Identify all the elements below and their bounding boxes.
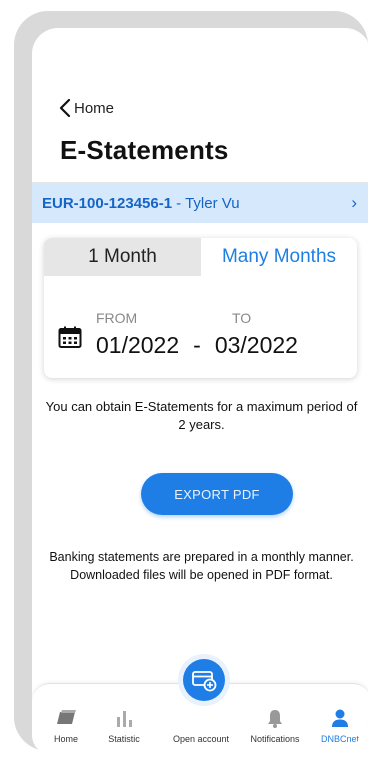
from-date[interactable]: 01/2022 bbox=[96, 332, 179, 358]
account-separator: - bbox=[176, 194, 182, 212]
pdf-format-note: Banking statements are prepared in a mon… bbox=[49, 550, 354, 582]
export-pdf-button[interactable]: EXPORT PDF bbox=[141, 473, 293, 515]
open-account-fab[interactable] bbox=[178, 654, 230, 706]
to-date[interactable]: 03/2022 bbox=[215, 332, 298, 358]
tab-notifications-label: Notifications bbox=[250, 734, 300, 744]
home-icon bbox=[57, 710, 76, 724]
back-label: Home bbox=[74, 99, 115, 117]
period-card: 1 Month Many Months FROM TO 01/2022-03/2… bbox=[44, 238, 357, 378]
range-separator: - bbox=[193, 332, 201, 358]
tab-many-months[interactable]: Many Months bbox=[201, 238, 357, 276]
tab-statistic[interactable]: Statistic bbox=[96, 684, 152, 744]
page-title: E-Statements bbox=[60, 135, 229, 165]
max-period-info: You can obtain E-Statements for a maximu… bbox=[45, 399, 358, 432]
date-range[interactable]: 01/2022-03/2022 bbox=[96, 332, 298, 359]
tab-statistic-label: Statistic bbox=[108, 734, 140, 744]
account-holder-name: Tyler Vu bbox=[185, 194, 240, 212]
tab-dnbcnet[interactable]: DNBCnet bbox=[314, 684, 366, 744]
tab-home-label: Home bbox=[53, 734, 78, 744]
fab-inner bbox=[183, 659, 225, 701]
to-label: TO bbox=[232, 310, 252, 326]
tab-dnbcnet-label: DNBCnet bbox=[320, 734, 359, 744]
tab-open-account-label: Open account bbox=[172, 734, 230, 744]
card-add-icon bbox=[192, 671, 217, 692]
tab-home[interactable]: Home bbox=[40, 684, 92, 744]
account-number: EUR-100-123456-1 bbox=[42, 194, 173, 212]
back-button[interactable]: Home bbox=[58, 98, 114, 118]
calendar-icon[interactable] bbox=[58, 325, 82, 349]
user-icon bbox=[332, 709, 348, 727]
tab-notifications[interactable]: Notifications bbox=[246, 684, 304, 744]
bar-chart-icon bbox=[117, 711, 132, 727]
account-selector[interactable]: EUR-100-123456-1 - Tyler Vu › bbox=[32, 183, 368, 223]
app-screen: Home E-Statements EUR-100-123456-1 - Tyl… bbox=[32, 28, 368, 751]
bell-icon bbox=[268, 710, 282, 728]
tab-1-month[interactable]: 1 Month bbox=[44, 238, 201, 276]
device-frame: Home E-Statements EUR-100-123456-1 - Tyl… bbox=[14, 11, 368, 751]
from-label: FROM bbox=[96, 310, 138, 326]
chevron-right-icon: › bbox=[351, 193, 357, 212]
chevron-left-icon bbox=[59, 98, 71, 118]
